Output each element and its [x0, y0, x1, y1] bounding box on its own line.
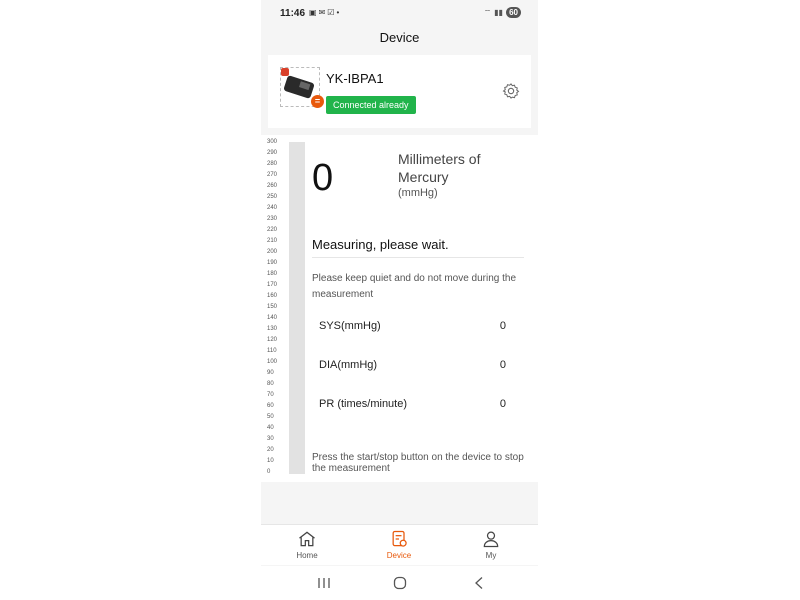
- reading-value: 0: [499, 320, 506, 332]
- scale-tick: 290: [267, 150, 278, 156]
- user-icon: [483, 531, 499, 548]
- status-bar: 11:46 ▣✉☑• ⌔ ▮▮ 60: [261, 0, 538, 26]
- home-icon: [299, 531, 315, 547]
- scale-tick: 10: [267, 458, 274, 464]
- dot-icon: •: [336, 8, 342, 17]
- scale-tick: 80: [267, 381, 274, 387]
- scale-tick: 260: [267, 183, 278, 189]
- scale-tick: 60: [267, 403, 274, 409]
- measurement-panel: 300 290 280 270 260 250 240 230 220 210 200 190 180 1…: [261, 135, 538, 482]
- battery-icon: 60: [506, 7, 521, 18]
- nav-home[interactable]: Home: [277, 529, 337, 560]
- reading-value: 0: [499, 359, 506, 371]
- scale-tick: 160: [267, 293, 278, 299]
- recent-apps-icon[interactable]: [316, 575, 332, 591]
- back-icon[interactable]: [471, 575, 487, 591]
- monitor-icon: [283, 75, 315, 99]
- chat-icon: ✉: [318, 8, 328, 17]
- unit-name: Millimeters of Mercury: [398, 151, 481, 185]
- scale-tick: 250: [267, 194, 278, 200]
- device-report-icon: [392, 530, 407, 547]
- reading-label: SYS(mmHg): [319, 320, 381, 332]
- scale-tick: 50: [267, 414, 274, 420]
- scale-tick: 20: [267, 447, 274, 453]
- scale-tick: 120: [267, 337, 278, 343]
- scale-tick: 170: [267, 282, 278, 288]
- disconnect-icon[interactable]: =: [311, 95, 324, 108]
- reading-label: PR (times/minute): [319, 398, 408, 410]
- scale-tick: 150: [267, 304, 278, 310]
- device-name: YK-IBPA1: [326, 71, 384, 86]
- scale-tick: 100: [267, 359, 278, 365]
- reading-label: DIA(mmHg): [319, 359, 378, 371]
- pressure-scale: 300 290 280 270 260 250 240 230 220 210 200 190 180 1…: [267, 135, 287, 482]
- nav-my[interactable]: My: [461, 529, 521, 560]
- measuring-status: Measuring, please wait.: [312, 237, 449, 252]
- divider: [312, 257, 524, 258]
- scale-tick: 190: [267, 260, 278, 266]
- pressure-gauge: [289, 142, 305, 474]
- footer-instruction: Press the start/stop button on the devic…: [312, 452, 524, 474]
- scale-tick: 240: [267, 205, 278, 211]
- home-button-icon[interactable]: [392, 575, 408, 591]
- scale-tick: 280: [267, 161, 278, 167]
- nav-label: Home: [296, 551, 318, 560]
- nav-label: Device: [386, 551, 412, 560]
- wifi-icon: ⌔: [483, 7, 492, 17]
- scale-tick: 130: [267, 326, 278, 332]
- nav-device[interactable]: Device: [369, 529, 429, 560]
- scale-tick: 40: [267, 425, 274, 431]
- scale-tick: 300: [267, 139, 278, 145]
- gear-icon[interactable]: [501, 81, 521, 101]
- device-card[interactable]: = YK-IBPA1 Connected already: [268, 55, 531, 128]
- scale-tick: 270: [267, 172, 278, 178]
- connection-status-badge: Connected already: [326, 96, 416, 114]
- reading-value: 0: [499, 398, 506, 410]
- scale-tick: 0: [267, 469, 271, 475]
- scale-tick: 90: [267, 370, 274, 376]
- scale-tick: 220: [267, 227, 278, 233]
- scale-tick: 210: [267, 238, 278, 244]
- nav-label: My: [485, 551, 497, 560]
- scale-tick: 230: [267, 216, 278, 222]
- current-pressure: 0: [312, 157, 334, 199]
- signal-icon: ▮▮: [494, 8, 504, 17]
- scale-tick: 200: [267, 249, 278, 255]
- unit-abbreviation: (mmHg): [398, 187, 438, 199]
- status-time: 11:46: [280, 8, 306, 19]
- system-nav: [261, 566, 538, 600]
- notification-icons: ▣✉☑•: [309, 8, 341, 17]
- scale-tick: 70: [267, 392, 274, 398]
- bottom-nav: Home Device My: [261, 524, 538, 565]
- phone-screen: 11:46 ▣✉☑• ⌔ ▮▮ 60 Device = YK-IBPA1 Con…: [261, 0, 538, 600]
- instruction-text: Please keep quiet and do not move during…: [312, 273, 517, 300]
- scale-tick: 140: [267, 315, 278, 321]
- page-title: Device: [379, 30, 420, 45]
- scale-tick: 180: [267, 271, 278, 277]
- scale-tick: 30: [267, 436, 274, 442]
- scale-tick: 110: [267, 348, 277, 354]
- status-right: ⌔ ▮▮ 60: [484, 7, 521, 18]
- gallery-icon: ▣: [309, 8, 319, 17]
